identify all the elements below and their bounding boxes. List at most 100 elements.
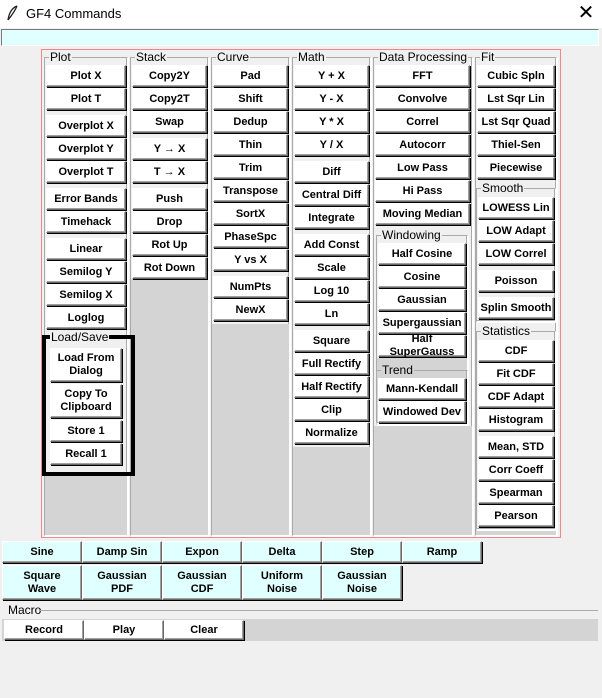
- linear-button[interactable]: Linear: [46, 238, 126, 260]
- copy2y-button[interactable]: Copy2Y: [132, 65, 207, 87]
- delta-button[interactable]: Delta: [242, 541, 322, 563]
- plot-x-button[interactable]: Plot X: [46, 65, 126, 87]
- convolve-button[interactable]: Convolve: [375, 88, 470, 110]
- trim-button[interactable]: Trim: [213, 157, 288, 179]
- rot-down-button[interactable]: Rot Down: [132, 257, 207, 279]
- mean-std-button[interactable]: Mean, STD: [478, 436, 554, 458]
- pearson-button[interactable]: Pearson: [478, 505, 554, 527]
- store-1-button[interactable]: Store 1: [50, 420, 122, 442]
- pad-button[interactable]: Pad: [213, 65, 288, 87]
- newx-button[interactable]: NewX: [213, 299, 288, 321]
- half-cosine-button[interactable]: Half Cosine: [378, 243, 466, 265]
- sine-button[interactable]: Sine: [2, 541, 82, 563]
- expon-button[interactable]: Expon: [162, 541, 242, 563]
- add-const-button[interactable]: Add Const: [294, 234, 369, 256]
- push-button[interactable]: Push: [132, 188, 207, 210]
- loglog-button[interactable]: Loglog: [46, 307, 126, 329]
- rot-up-button[interactable]: Rot Up: [132, 234, 207, 256]
- semilog-x-button[interactable]: Semilog X: [46, 284, 126, 306]
- uniform-noise-button[interactable]: Uniform Noise: [242, 565, 322, 600]
- cdf-adapt-button[interactable]: CDF Adapt: [478, 386, 554, 408]
- corr-coeff-button[interactable]: Corr Coeff: [478, 459, 554, 481]
- copy2t-button[interactable]: Copy2T: [132, 88, 207, 110]
- mann-kendall-button[interactable]: Mann-Kendall: [378, 378, 466, 400]
- hi-pass-button[interactable]: Hi Pass: [375, 180, 470, 202]
- sortx-button[interactable]: SortX: [213, 203, 288, 225]
- step-button[interactable]: Step: [322, 541, 402, 563]
- full-rectify-button[interactable]: Full Rectify: [294, 353, 369, 375]
- cubic-spln-button[interactable]: Cubic Spln: [477, 65, 555, 87]
- load-from-dialog-button[interactable]: Load From Dialog: [50, 348, 122, 382]
- supergaussian-button[interactable]: Supergaussian: [378, 312, 466, 334]
- diff-button[interactable]: Diff: [294, 161, 369, 183]
- y-x-button[interactable]: Y / X: [294, 134, 369, 156]
- correl-button[interactable]: Correl: [375, 111, 470, 133]
- lst-sqr-quad-button[interactable]: Lst Sqr Quad: [477, 111, 555, 133]
- semilog-y-button[interactable]: Semilog Y: [46, 261, 126, 283]
- drop-button[interactable]: Drop: [132, 211, 207, 233]
- histogram-button[interactable]: Histogram: [478, 409, 554, 431]
- autocorr-button[interactable]: Autocorr: [375, 134, 470, 156]
- recall-1-button[interactable]: Recall 1: [50, 443, 122, 465]
- cdf-button[interactable]: CDF: [478, 340, 554, 362]
- dedup-button[interactable]: Dedup: [213, 111, 288, 133]
- numpts-button[interactable]: NumPts: [213, 276, 288, 298]
- gaussian-noise-button[interactable]: Gaussian Noise: [322, 565, 402, 600]
- command-entry[interactable]: [1, 29, 599, 46]
- close-button[interactable]: ✕: [570, 0, 602, 28]
- overplot-y-button[interactable]: Overplot Y: [46, 138, 126, 160]
- overplot-x-button[interactable]: Overplot X: [46, 115, 126, 137]
- gaussian-pdf-button[interactable]: Gaussian PDF: [82, 565, 162, 600]
- cosine-button[interactable]: Cosine: [378, 266, 466, 288]
- phasespc-button[interactable]: PhaseSpc: [213, 226, 288, 248]
- lst-sqr-lin-button[interactable]: Lst Sqr Lin: [477, 88, 555, 110]
- error-bands-button[interactable]: Error Bands: [46, 188, 126, 210]
- shift-button[interactable]: Shift: [213, 88, 288, 110]
- half-rectify-button[interactable]: Half Rectify: [294, 376, 369, 398]
- play-button[interactable]: Play: [84, 620, 164, 640]
- copy-to-clipboard-button[interactable]: Copy To Clipboard: [50, 384, 122, 418]
- poisson-button[interactable]: Poisson: [478, 270, 554, 292]
- fit-cdf-button[interactable]: Fit CDF: [478, 363, 554, 385]
- overplot-t-button[interactable]: Overplot T: [46, 161, 126, 183]
- timehack-button[interactable]: Timehack: [46, 211, 126, 233]
- integrate-button[interactable]: Integrate: [294, 207, 369, 229]
- square-button[interactable]: Square: [294, 330, 369, 352]
- ramp-button[interactable]: Ramp: [402, 541, 482, 563]
- thin-button[interactable]: Thin: [213, 134, 288, 156]
- gaussian-cdf-button[interactable]: Gaussian CDF: [162, 565, 242, 600]
- windowed-dev-button[interactable]: Windowed Dev: [378, 401, 466, 423]
- feather-icon: [7, 5, 18, 21]
- central-diff-button[interactable]: Central Diff: [294, 184, 369, 206]
- clear-button[interactable]: Clear: [164, 620, 244, 640]
- plot-t-button[interactable]: Plot T: [46, 88, 126, 110]
- ln-button[interactable]: Ln: [294, 303, 369, 325]
- low-pass-button[interactable]: Low Pass: [375, 157, 470, 179]
- record-button[interactable]: Record: [4, 620, 84, 640]
- splin-smooth-button[interactable]: Splin Smooth: [478, 297, 554, 319]
- piecewise-button[interactable]: Piecewise: [477, 157, 555, 179]
- t-to-x-button[interactable]: T → X: [132, 161, 207, 183]
- low-adapt-button[interactable]: LOW Adapt: [478, 220, 554, 242]
- square-wave-button[interactable]: Square Wave: [2, 565, 82, 600]
- y-x-button[interactable]: Y - X: [294, 88, 369, 110]
- normalize-button[interactable]: Normalize: [294, 422, 369, 444]
- log-10-button[interactable]: Log 10: [294, 280, 369, 302]
- spearman-button[interactable]: Spearman: [478, 482, 554, 504]
- damp-sin-button[interactable]: Damp Sin: [82, 541, 162, 563]
- fft-button[interactable]: FFT: [375, 65, 470, 87]
- gaussian-button[interactable]: Gaussian: [378, 289, 466, 311]
- y-x-button[interactable]: Y * X: [294, 111, 369, 133]
- y-x-button[interactable]: Y + X: [294, 65, 369, 87]
- lowess-lin-button[interactable]: LOWESS Lin: [478, 197, 554, 219]
- clip-button[interactable]: Clip: [294, 399, 369, 421]
- half-supergauss-button[interactable]: Half SuperGauss: [378, 333, 466, 358]
- scale-button[interactable]: Scale: [294, 257, 369, 279]
- thiel-sen-button[interactable]: Thiel-Sen: [477, 134, 555, 156]
- transpose-button[interactable]: Transpose: [213, 180, 288, 202]
- moving-median-button[interactable]: Moving Median: [375, 203, 470, 225]
- swap-button[interactable]: Swap: [132, 111, 207, 133]
- y-vs-x-button[interactable]: Y vs X: [213, 249, 288, 271]
- low-correl-button[interactable]: LOW Correl: [478, 243, 554, 265]
- y-to-x-button[interactable]: Y → X: [132, 138, 207, 160]
